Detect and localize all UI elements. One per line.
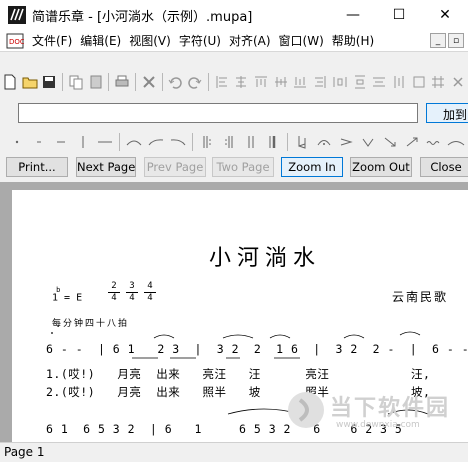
main-toolbar (0, 70, 468, 94)
maximize-button[interactable]: ☐ (376, 0, 422, 30)
print-button[interactable]: Print... (6, 157, 68, 177)
mdi-minimize-button[interactable]: _ (430, 33, 446, 48)
long-dash-icon[interactable] (50, 131, 72, 153)
print-icon[interactable] (112, 71, 132, 93)
document-icon: DOC (6, 33, 24, 48)
delete-icon[interactable] (139, 71, 159, 93)
menu-window[interactable]: 窗口(W) (275, 32, 328, 49)
long-arc-icon[interactable] (445, 131, 467, 153)
watermark-logo-icon (288, 392, 324, 428)
close-x-icon[interactable] (448, 71, 468, 93)
open-folder-icon[interactable] (20, 71, 40, 93)
watermark: 当下软件园 www.downxia.com (286, 390, 466, 434)
double-bar-icon[interactable] (240, 131, 262, 153)
same-size-icon[interactable] (409, 71, 429, 93)
save-icon[interactable] (39, 71, 59, 93)
align-bottom-icon[interactable] (291, 71, 311, 93)
watermark-url: www.downxia.com (336, 420, 420, 430)
diag-down-icon[interactable] (379, 131, 401, 153)
app-logo-icon (8, 6, 26, 24)
prev-page-button[interactable]: Prev Page (144, 157, 206, 177)
menu-edit[interactable]: 编辑(E) (76, 32, 125, 49)
page-indicator: Page 1 (4, 445, 45, 459)
add-button[interactable]: 加到 (426, 103, 468, 123)
marcato-icon[interactable] (357, 131, 379, 153)
two-page-button[interactable]: Two Page (212, 157, 274, 177)
title-bar: 简谱乐章 - [小河淌水（示例）.mupa] — ☐ ✕ (0, 0, 468, 30)
distribute-v-icon[interactable] (350, 71, 370, 93)
new-file-icon[interactable] (0, 71, 20, 93)
distribute-h-icon[interactable] (330, 71, 350, 93)
dot-icon[interactable] (6, 131, 28, 153)
menu-character[interactable]: 字符(U) (175, 32, 225, 49)
align-center-icon[interactable] (231, 71, 251, 93)
repeat-start-icon[interactable] (196, 131, 218, 153)
menu-view[interactable]: 视图(V) (125, 32, 175, 49)
natural-icon[interactable] (291, 131, 313, 153)
notation-toolbar (0, 130, 468, 154)
notes-line-1: 6 - - | 6 1 2 3 | 3 2 2 1 6 | 3 2 2 - | … (46, 342, 468, 356)
tie-start-icon[interactable] (145, 131, 167, 153)
close-preview-button[interactable]: Close (420, 157, 468, 177)
align-left-icon[interactable] (212, 71, 232, 93)
grid-icon[interactable] (429, 71, 449, 93)
final-bar-icon[interactable] (262, 131, 284, 153)
same-width-icon[interactable] (369, 71, 389, 93)
svg-text:DOC: DOC (9, 38, 24, 46)
status-bar: Page 1 (0, 442, 468, 462)
window-title: 简谱乐章 - [小河淌水（示例）.mupa] (32, 9, 253, 25)
close-button[interactable]: ✕ (422, 0, 468, 30)
fermata-icon[interactable] (313, 131, 335, 153)
lyric-input[interactable] (18, 103, 418, 123)
print-preview-bar: Print... Next Page Prev Page Two Page Zo… (0, 156, 468, 180)
same-height-icon[interactable] (389, 71, 409, 93)
accent-icon[interactable] (335, 131, 357, 153)
copy-icon[interactable] (66, 71, 86, 93)
lyric-line-1: 1.(哎!) 月亮 出来 亮汪 汪 亮汪 汪, (46, 367, 431, 381)
align-right-icon[interactable] (310, 71, 330, 93)
align-top-icon[interactable] (251, 71, 271, 93)
underline-icon[interactable] (94, 131, 116, 153)
watermark-text: 当下软件园 (330, 396, 451, 421)
zoom-in-button[interactable]: Zoom In (281, 157, 343, 177)
diag-up-icon[interactable] (401, 131, 423, 153)
align-middle-icon[interactable] (271, 71, 291, 93)
undo-icon[interactable] (165, 71, 185, 93)
menu-file[interactable]: 文件(F) (28, 32, 76, 49)
menu-align[interactable]: 对齐(A) (225, 32, 275, 49)
menu-bar: DOC 文件(F) 编辑(E) 视图(V) 字符(U) 对齐(A) 窗口(W) … (0, 30, 468, 52)
minimize-button[interactable]: — (330, 0, 376, 30)
paste-icon[interactable] (86, 71, 106, 93)
redo-icon[interactable] (185, 71, 205, 93)
repeat-end-icon[interactable] (218, 131, 240, 153)
menu-help[interactable]: 帮助(H) (328, 32, 378, 49)
tie-end-icon[interactable] (167, 131, 189, 153)
zoom-out-button[interactable]: Zoom Out (350, 157, 412, 177)
mdi-restore-button[interactable]: ▫ (448, 33, 464, 48)
preview-area[interactable]: 小河淌水 1 = Eb 2 4 3 4 4 4 云南民歌 每分钟四十八拍 6 -… (0, 182, 468, 442)
next-page-button[interactable]: Next Page (76, 157, 136, 177)
trill-icon[interactable] (423, 131, 445, 153)
lyric-input-row: 加到 (0, 100, 468, 126)
barline-icon[interactable] (72, 131, 94, 153)
short-dash-icon[interactable] (28, 131, 50, 153)
slur-icon[interactable] (123, 131, 145, 153)
